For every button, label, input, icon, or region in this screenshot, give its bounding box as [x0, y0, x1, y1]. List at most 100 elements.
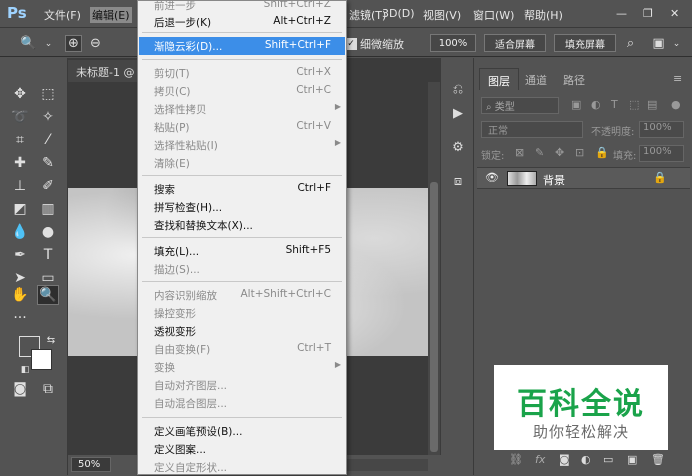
- chevron-down-icon[interactable]: ⌄: [40, 35, 57, 52]
- quick-mask-icon[interactable]: ◙: [9, 379, 31, 399]
- edit-menu-item[interactable]: 填充(L)... Shift+F5: [139, 242, 345, 260]
- menu-item-label: 粘贴(P): [154, 122, 190, 134]
- panel-menu-icon[interactable]: ≡: [671, 68, 684, 90]
- chevron-down-icon[interactable]: ⌄: [668, 35, 685, 52]
- close-button[interactable]: ✕: [670, 7, 679, 20]
- eye-icon[interactable]: 👁: [485, 171, 499, 184]
- actions-panel-icon[interactable]: ▶: [449, 104, 467, 122]
- edit-menu-item: 选择性粘贴(I) ▶: [139, 136, 345, 154]
- menu-item-label: 拼写检查(H)...: [154, 202, 223, 214]
- tab-paths[interactable]: 路径: [555, 68, 593, 90]
- pen-tool-icon[interactable]: ✒: [9, 245, 31, 265]
- search-icon[interactable]: ⌕: [622, 35, 639, 52]
- filter-type-icon[interactable]: T: [611, 98, 618, 111]
- zoom-100-button[interactable]: 100%: [430, 34, 476, 52]
- menu-file[interactable]: 文件(F): [44, 7, 81, 23]
- vertical-scrollbar[interactable]: [428, 82, 440, 455]
- zoom-out-icon[interactable]: ⊖: [87, 35, 104, 52]
- crop-tool-icon[interactable]: ⌗: [9, 130, 31, 150]
- default-colors-icon[interactable]: ◧: [14, 360, 36, 380]
- menu-filter[interactable]: 滤镜(T): [349, 7, 386, 23]
- minimize-button[interactable]: —: [616, 7, 627, 20]
- panel-tabs: 图层 通道 路径 ≡: [475, 68, 692, 90]
- fx-icon[interactable]: fx: [535, 453, 545, 466]
- edit-menu-item[interactable]: 透视变形: [139, 322, 345, 340]
- menu-window[interactable]: 窗口(W): [473, 7, 514, 23]
- edit-menu-item[interactable]: 渐隐云彩(D)... Shift+Ctrl+F: [139, 37, 345, 55]
- scrubby-zoom-label: 细微缩放: [360, 38, 404, 51]
- gradient-tool-icon[interactable]: ▥: [37, 199, 59, 219]
- restore-button[interactable]: ❐: [643, 7, 653, 20]
- filter-pixel-icon[interactable]: ▣: [571, 98, 581, 111]
- layer-row[interactable]: 👁 背景 🔒: [477, 167, 690, 189]
- screen-mode-icon[interactable]: ⧉: [37, 379, 59, 399]
- fill-screen-button[interactable]: 填充屏幕: [554, 34, 616, 52]
- filter-shape-icon[interactable]: ⬚: [629, 98, 639, 111]
- more-tools-icon[interactable]: ···: [9, 308, 31, 328]
- stamp-tool-icon[interactable]: ⊥: [9, 176, 31, 196]
- move-tool-icon[interactable]: ✥: [9, 84, 31, 104]
- tab-channels[interactable]: 通道: [517, 68, 555, 90]
- properties-panel-icon[interactable]: ⚙: [449, 138, 467, 156]
- workspace-icon[interactable]: ▣: [650, 35, 667, 52]
- filter-adjustment-icon[interactable]: ◐: [591, 98, 601, 111]
- hand-tool-icon[interactable]: ✋: [9, 285, 31, 305]
- marquee-tool-icon[interactable]: ⬚: [37, 84, 59, 104]
- menu-view[interactable]: 视图(V): [423, 7, 461, 23]
- edit-menu-item[interactable]: 定义画笔预设(B)...: [139, 422, 345, 440]
- opacity-input[interactable]: 100%: [639, 121, 684, 138]
- menu-item-label: 自动对齐图层...: [154, 380, 228, 392]
- adjustments-panel-icon[interactable]: ⧈: [449, 172, 467, 190]
- filter-toggle-icon[interactable]: ●: [671, 98, 681, 111]
- edit-menu-item[interactable]: 定义图案...: [139, 440, 345, 458]
- mask-icon[interactable]: ◙: [559, 453, 570, 466]
- edit-menu-item: 定义自定形状...: [139, 458, 345, 476]
- lock-all-icon[interactable]: 🔒: [595, 146, 609, 159]
- type-tool-icon[interactable]: T: [37, 245, 59, 265]
- edit-menu-item: 自动混合图层...: [139, 394, 345, 412]
- blend-mode-select[interactable]: 正常: [481, 121, 583, 138]
- edit-menu-item[interactable]: 拼写检查(H)...: [139, 198, 345, 216]
- fill-input[interactable]: 100%: [639, 145, 684, 162]
- edit-menu-item[interactable]: 后退一步(K) Alt+Ctrl+Z: [139, 13, 345, 31]
- edit-menu-item[interactable]: 查找和替换文本(X)...: [139, 216, 345, 234]
- new-layer-icon[interactable]: ▣: [627, 453, 637, 466]
- zoom-tool-preset-icon[interactable]: 🔍: [20, 35, 37, 52]
- lock-transparent-icon[interactable]: ⊠: [515, 146, 524, 159]
- history-brush-icon[interactable]: ✐: [37, 176, 59, 196]
- zoom-tool-icon[interactable]: 🔍: [37, 285, 59, 305]
- menu-help[interactable]: 帮助(H): [524, 7, 563, 23]
- kind-filter-select[interactable]: ⌕ 类型: [481, 97, 559, 114]
- zoom-in-icon[interactable]: ⊕: [65, 35, 82, 52]
- edit-menu-item: 自由变换(F) Ctrl+T: [139, 340, 345, 358]
- menu-item-shortcut: Alt+Ctrl+Z: [273, 15, 331, 27]
- adjustment-layer-icon[interactable]: ◐: [581, 453, 591, 466]
- lock-artboard-icon[interactable]: ⊡: [575, 146, 584, 159]
- swap-colors-icon[interactable]: ⇆: [40, 330, 62, 350]
- dodge-tool-icon[interactable]: ●: [37, 222, 59, 242]
- scrollbar-thumb[interactable]: [430, 182, 438, 452]
- link-layers-icon[interactable]: ⛓: [509, 453, 523, 466]
- layer-name[interactable]: 背景: [543, 172, 565, 188]
- edit-menu-item[interactable]: 搜索 Ctrl+F: [139, 180, 345, 198]
- menu-edit[interactable]: 编辑(E): [90, 7, 132, 23]
- new-group-icon[interactable]: ▭: [603, 453, 613, 466]
- history-panel-icon[interactable]: ⎌: [449, 80, 467, 98]
- menu-item-label: 自动混合图层...: [154, 398, 228, 410]
- lasso-tool-icon[interactable]: ➰: [9, 107, 31, 127]
- magic-wand-icon[interactable]: ✧: [37, 107, 59, 127]
- blur-tool-icon[interactable]: 💧: [9, 222, 31, 242]
- brush-tool-icon[interactable]: ✎: [37, 153, 59, 173]
- edit-menu-item: 粘贴(P) Ctrl+V: [139, 118, 345, 136]
- delete-layer-icon[interactable]: 🗑: [651, 453, 665, 466]
- menu-3d[interactable]: 3D(D): [382, 7, 415, 20]
- zoom-level-field[interactable]: 50%: [71, 457, 111, 472]
- tab-layers[interactable]: 图层: [479, 68, 519, 90]
- lock-image-icon[interactable]: ✎: [535, 146, 544, 159]
- healing-brush-icon[interactable]: ✚: [9, 153, 31, 173]
- filter-smart-icon[interactable]: ▤: [647, 98, 657, 111]
- eraser-tool-icon[interactable]: ◩: [9, 199, 31, 219]
- lock-position-icon[interactable]: ✥: [555, 146, 564, 159]
- eyedropper-icon[interactable]: ⁄: [37, 130, 59, 150]
- fit-screen-button[interactable]: 适合屏幕: [484, 34, 546, 52]
